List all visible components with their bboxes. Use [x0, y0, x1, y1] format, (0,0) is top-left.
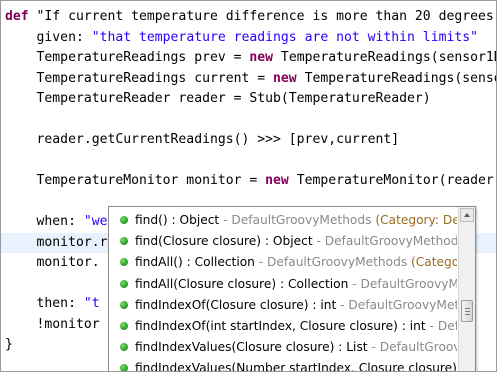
code-text: then: "t [5, 294, 100, 314]
grip-line [465, 314, 470, 315]
code-line[interactable]: TemperatureReadings current = new Temper… [1, 69, 496, 89]
method-signature: findIndexValues(Number startIndex, Closu… [135, 361, 457, 372]
vertical-scrollbar[interactable] [458, 207, 475, 371]
code-line[interactable] [1, 151, 496, 171]
completion-text: find(Closure closure) : Object - Default… [135, 230, 457, 252]
declaring-type: - DefaultGroovyMeth [352, 276, 457, 291]
code-token: TemperatureMonitor(reader) [288, 173, 497, 188]
code-token: then: [5, 296, 84, 311]
completion-item[interactable]: find(Closure closure) : Object - Default… [109, 230, 457, 252]
method-signature: find() : Object [135, 213, 220, 227]
declaring-type: - DefaultGroovyMethods [254, 255, 412, 270]
code-line[interactable] [1, 110, 496, 130]
code-line[interactable]: TemperatureMonitor monitor = new Tempera… [1, 171, 496, 191]
keyword-token: new [273, 70, 297, 86]
method-signature: find(Closure closure) : Object [135, 234, 313, 249]
code-token: when: [5, 214, 84, 229]
method-bullet-icon [120, 216, 128, 224]
code-token: TemperatureReadings prev = [5, 50, 250, 65]
code-text: TemperatureReadings prev = new Temperatu… [5, 48, 497, 68]
completion-text: findIndexValues(Number startIndex, Closu… [135, 357, 457, 372]
code-token: !monitor [5, 316, 100, 332]
declaring-type: - DefaultGroovyMethod [340, 297, 457, 312]
code-token: "If current temperature difference is mo… [28, 9, 497, 24]
code-token: reader.getCurrentReadings() >>> [prev,cu… [5, 132, 400, 147]
code-line[interactable]: given: "that temperature readings are no… [1, 28, 496, 48]
string-token: "t [83, 296, 100, 311]
completion-text: findAll(Closure closure) : Collection - … [135, 273, 457, 295]
category-label: (Category: [411, 255, 457, 270]
method-bullet-icon [120, 258, 128, 267]
completion-item[interactable]: findIndexOf(int startIndex, Closure clos… [109, 315, 457, 337]
code-text: TemperatureReadings current = new Temper… [5, 69, 497, 89]
code-token: TemperatureReader reader = Stub(Temperat… [5, 91, 431, 106]
completion-item[interactable]: findAll() : Collection - DefaultGroovyMe… [109, 251, 457, 273]
completion-item[interactable]: findIndexValues(Number startIndex, Closu… [109, 357, 457, 372]
declaring-type: - DefaultGroovyMethods [219, 213, 376, 227]
method-signature: findIndexOf(int startIndex, Closure clos… [135, 319, 426, 333]
code-line[interactable]: reader.getCurrentReadings() >>> [prev,cu… [1, 130, 496, 150]
completion-item[interactable]: find() : Object - DefaultGroovyMethods (… [109, 209, 457, 231]
code-text: given: "that temperature readings are no… [5, 28, 478, 48]
code-line[interactable]: TemperatureReader reader = Stub(Temperat… [1, 89, 496, 109]
string-token: "that temperature readings are not withi… [91, 29, 478, 45]
code-token: TemperatureReadings current = [5, 70, 274, 86]
code-text: reader.getCurrentReadings() >>> [prev,cu… [5, 130, 400, 150]
category-label: (Category: Defaul [375, 213, 457, 227]
code-text: } [5, 335, 13, 355]
completion-item[interactable]: findIndexValues(Closure closure) : List … [109, 336, 457, 358]
declaring-type: - DefaultG [429, 319, 457, 333]
method-bullet-icon [120, 322, 128, 330]
method-bullet-icon [120, 343, 128, 352]
completion-list[interactable]: find() : Object - DefaultGroovyMethods (… [109, 207, 457, 372]
code-token: } [5, 337, 13, 352]
window-frame: def "If current temperature difference i… [0, 0, 497, 372]
scroll-up-button[interactable] [460, 208, 474, 222]
arrow-up-icon [464, 213, 470, 217]
completion-text: findIndexOf(int startIndex, Closure clos… [135, 315, 457, 337]
method-bullet-icon [120, 300, 128, 309]
method-bullet-icon [120, 279, 128, 288]
code-text: monitor. [5, 253, 100, 273]
scrollbar-thumb[interactable] [461, 300, 473, 322]
keyword-token: new [249, 50, 274, 65]
completion-text: find() : Object - DefaultGroovyMethods (… [135, 209, 457, 231]
method-signature: findIndexValues(Closure closure) : List [135, 340, 368, 355]
declaring-type: - DefaultGroovyMethods (C [316, 234, 457, 249]
keyword-token: new [265, 173, 289, 188]
code-line[interactable]: def "If current temperature difference i… [1, 7, 496, 27]
content-assist-popup[interactable]: find() : Object - DefaultGroovyMethods (… [108, 206, 476, 372]
completion-text: findAll() : Collection - DefaultGroovyMe… [135, 251, 457, 273]
completion-text: findIndexValues(Closure closure) : List … [135, 336, 457, 358]
declaring-type: - DefaultGroovyMe [371, 340, 457, 355]
method-signature: findIndexOf(Closure closure) : int [135, 297, 337, 312]
grip-line [465, 308, 470, 309]
code-token: TemperatureMonitor monitor = [5, 173, 266, 188]
completion-text: findIndexOf(Closure closure) : int - Def… [135, 294, 457, 316]
completion-item[interactable]: findIndexOf(Closure closure) : int - Def… [109, 294, 457, 316]
keyword-token: def [5, 9, 29, 24]
code-text: TemperatureReader reader = Stub(Temperat… [5, 89, 431, 109]
code-text: def "If current temperature difference i… [5, 7, 497, 27]
completion-item[interactable]: findAll(Closure closure) : Collection - … [109, 273, 457, 295]
code-token: TemperatureReadings(sensor [296, 70, 497, 86]
code-text: TemperatureMonitor monitor = new Tempera… [5, 171, 497, 191]
method-signature: findAll() : Collection [135, 255, 255, 270]
method-signature: findAll(Closure closure) : Collection [135, 276, 349, 291]
code-line[interactable]: TemperatureReadings prev = new Temperatu… [1, 48, 496, 68]
code-token: monitor. [5, 255, 100, 270]
method-bullet-icon [120, 364, 128, 371]
method-bullet-icon [120, 237, 128, 246]
code-text: !monitor [5, 315, 100, 335]
grip-line [465, 311, 470, 312]
code-token: TemperatureReadings(sensor1Da [273, 50, 497, 65]
code-token: given: [5, 29, 92, 45]
